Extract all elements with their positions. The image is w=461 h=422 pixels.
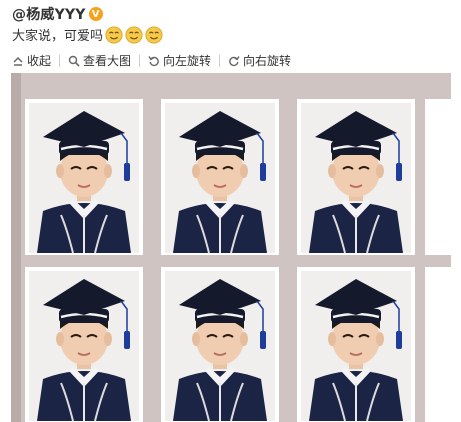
collapse-button[interactable]: 收起 bbox=[12, 52, 51, 69]
collapse-icon bbox=[13, 56, 23, 66]
smile-emoji-icon bbox=[125, 25, 143, 44]
author-name[interactable]: @杨威YYY bbox=[12, 4, 86, 24]
post-body: 大家说，可爱吗 bbox=[12, 29, 104, 44]
verified-badge-icon: V bbox=[88, 7, 103, 21]
smile-emoji-icon bbox=[105, 25, 123, 44]
toolbar-divider bbox=[59, 54, 61, 67]
rotate-right-button[interactable]: 向右旋转 bbox=[228, 52, 291, 69]
post-image[interactable] bbox=[11, 73, 451, 422]
collapse-label: 收起 bbox=[27, 54, 52, 68]
rotate-left-icon bbox=[148, 55, 159, 66]
post-author: @杨威YYY V bbox=[12, 4, 103, 24]
smile-emoji-icon bbox=[145, 25, 163, 44]
magnifier-icon bbox=[68, 55, 80, 67]
view-large-button[interactable]: 查看大图 bbox=[68, 52, 131, 69]
toolbar-divider bbox=[139, 54, 141, 67]
toolbar-divider bbox=[219, 54, 221, 67]
rotate-left-label: 向左旋转 bbox=[163, 54, 212, 68]
rotate-right-label: 向右旋转 bbox=[243, 54, 292, 68]
rotate-left-button[interactable]: 向左旋转 bbox=[148, 52, 211, 69]
id-photo-sheet bbox=[11, 73, 451, 422]
view-large-label: 查看大图 bbox=[83, 54, 132, 68]
weibo-post-card: @杨威YYY V 大家说，可爱吗 收起 查看大图 向左旋转 向右旋转 bbox=[0, 0, 461, 422]
post-text: 大家说，可爱吗 bbox=[12, 25, 163, 44]
image-toolbar: 收起 查看大图 向左旋转 向右旋转 bbox=[12, 52, 291, 69]
rotate-right-icon bbox=[229, 55, 240, 66]
